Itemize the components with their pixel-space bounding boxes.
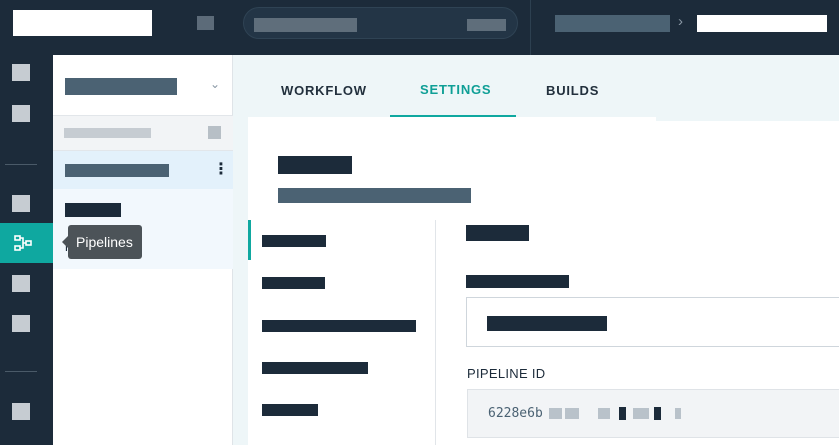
search-placeholder — [254, 18, 357, 32]
settings-nav-active-indicator — [248, 220, 251, 260]
deploy-icon[interactable] — [12, 275, 30, 292]
settings-nav-item[interactable] — [262, 277, 325, 289]
dashboard-icon[interactable] — [12, 105, 30, 122]
filter-icon[interactable] — [208, 126, 221, 139]
repository-icon[interactable] — [12, 195, 30, 212]
redacted-text — [675, 408, 681, 419]
tab-settings[interactable]: SETTINGS — [420, 82, 491, 97]
pipeline-tabs: WORKFLOW SETTINGS BUILDS — [233, 55, 839, 120]
project-selector[interactable] — [65, 78, 177, 95]
nav-rail — [0, 55, 53, 445]
redacted-text — [565, 408, 579, 419]
filter-input[interactable] — [64, 128, 151, 138]
search-input[interactable] — [243, 7, 518, 39]
filter-bar — [53, 115, 233, 151]
topbar-divider — [530, 0, 531, 55]
tab-builds[interactable]: BUILDS — [546, 83, 599, 98]
rail-divider — [5, 371, 37, 372]
pipeline-name — [65, 164, 169, 177]
pipelines-icon — [14, 235, 32, 251]
page-subtitle — [278, 188, 471, 203]
rail-item-pipelines[interactable] — [0, 223, 53, 263]
tooltip: Pipelines — [62, 225, 142, 259]
settings-nav-item[interactable] — [262, 320, 416, 332]
top-bar: › — [0, 0, 839, 55]
section-heading — [466, 225, 529, 241]
pipeline-name-value — [487, 316, 607, 331]
chevron-down-icon[interactable]: ⌄ — [210, 77, 220, 91]
menu-icon[interactable] — [197, 16, 214, 30]
page-title — [278, 156, 352, 174]
pipeline-name-input[interactable] — [466, 297, 839, 347]
app-logo[interactable] — [13, 10, 152, 36]
insights-icon[interactable] — [12, 315, 30, 332]
settings-card: PIPELINE ID 6228e6b — [248, 121, 839, 445]
kebab-menu-icon[interactable]: ⋮ — [213, 158, 229, 182]
settings-nav-item-general[interactable] — [262, 235, 326, 247]
settings-nav — [248, 220, 436, 445]
redacted-text — [654, 407, 661, 420]
settings-nav-item[interactable] — [262, 362, 368, 374]
redacted-text — [619, 407, 626, 420]
breadcrumb-current[interactable] — [697, 15, 827, 32]
pipeline-name-label — [466, 275, 569, 288]
settings-nav-item[interactable] — [262, 404, 318, 416]
settings-icon[interactable] — [12, 403, 30, 420]
search-shortcut-hint — [467, 19, 506, 31]
redacted-text — [549, 408, 562, 419]
rail-divider — [5, 164, 37, 165]
pipeline-id-label: PIPELINE ID — [467, 366, 546, 381]
redacted-text — [633, 408, 649, 419]
redacted-text — [598, 408, 610, 419]
home-icon[interactable] — [12, 64, 30, 81]
pipeline-sub-name — [65, 203, 121, 217]
pipeline-id-field[interactable]: 6228e6b — [467, 389, 839, 438]
pipeline-id-value: 6228e6b — [488, 406, 543, 421]
tab-workflow[interactable]: WORKFLOW — [281, 83, 367, 98]
breadcrumb-project[interactable] — [555, 15, 670, 32]
pipeline-list-item[interactable]: ⋮ — [53, 151, 233, 189]
chevron-right-icon: › — [678, 13, 683, 30]
